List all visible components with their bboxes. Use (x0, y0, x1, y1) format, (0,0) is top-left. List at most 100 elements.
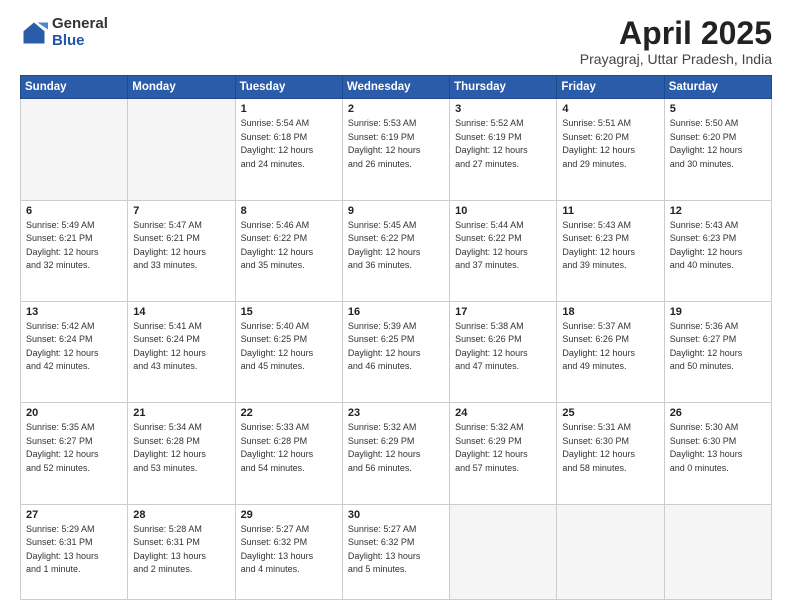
day-number: 12 (670, 205, 766, 217)
day-info: Sunrise: 5:28 AM Sunset: 6:31 PM Dayligh… (133, 523, 229, 577)
day-info: Sunrise: 5:32 AM Sunset: 6:29 PM Dayligh… (348, 421, 444, 475)
calendar-cell: 29 Sunrise: 5:27 AM Sunset: 6:32 PM Dayli… (235, 504, 342, 599)
day-number: 3 (455, 103, 551, 115)
day-info: Sunrise: 5:43 AM Sunset: 6:23 PM Dayligh… (562, 219, 658, 273)
calendar-cell: 19 Sunrise: 5:36 AM Sunset: 6:27 PM Dayli… (664, 301, 771, 402)
day-number: 8 (241, 205, 337, 217)
calendar-cell: 24 Sunrise: 5:32 AM Sunset: 6:29 PM Dayli… (450, 403, 557, 504)
day-number: 29 (241, 509, 337, 521)
day-number: 9 (348, 205, 444, 217)
calendar-cell: 14Sunrise: 5:41 AM Sunset: 6:24 PM Dayli… (128, 301, 235, 402)
day-info: Sunrise: 5:30 AM Sunset: 6:30 PM Dayligh… (670, 421, 766, 475)
day-info: Sunrise: 5:50 AM Sunset: 6:20 PM Dayligh… (670, 117, 766, 171)
calendar-cell: 17Sunrise: 5:38 AM Sunset: 6:26 PM Dayli… (450, 301, 557, 402)
day-info: Sunrise: 5:53 AM Sunset: 6:19 PM Dayligh… (348, 117, 444, 171)
day-number: 30 (348, 509, 444, 521)
calendar-cell: 27 Sunrise: 5:29 AM Sunset: 6:31 PM Dayli… (21, 504, 128, 599)
day-info: Sunrise: 5:43 AM Sunset: 6:23 PM Dayligh… (670, 219, 766, 273)
day-info: Sunrise: 5:49 AM Sunset: 6:21 PM Dayligh… (26, 219, 122, 273)
day-number: 13 (26, 306, 122, 318)
logo-general-text: General (52, 16, 108, 33)
calendar-cell (664, 504, 771, 599)
day-number: 22 (241, 407, 337, 419)
week-row-5: 27 Sunrise: 5:29 AM Sunset: 6:31 PM Dayli… (21, 504, 772, 599)
logo: General Blue (20, 16, 108, 49)
calendar-cell: 16Sunrise: 5:39 AM Sunset: 6:25 PM Dayli… (342, 301, 449, 402)
day-number: 27 (26, 509, 122, 521)
day-number: 15 (241, 306, 337, 318)
day-number: 23 (348, 407, 444, 419)
calendar-cell: 18Sunrise: 5:37 AM Sunset: 6:26 PM Dayli… (557, 301, 664, 402)
day-info: Sunrise: 5:27 AM Sunset: 6:32 PM Dayligh… (241, 523, 337, 577)
calendar-cell: 4 Sunrise: 5:51 AM Sunset: 6:20 PM Daylig… (557, 99, 664, 200)
weekday-header-saturday: Saturday (664, 76, 771, 99)
calendar-cell: 11 Sunrise: 5:43 AM Sunset: 6:23 PM Dayli… (557, 200, 664, 301)
month-title: April 2025 (580, 16, 772, 51)
week-row-3: 13Sunrise: 5:42 AM Sunset: 6:24 PM Dayli… (21, 301, 772, 402)
day-number: 25 (562, 407, 658, 419)
day-info: Sunrise: 5:46 AM Sunset: 6:22 PM Dayligh… (241, 219, 337, 273)
weekday-header-row: SundayMondayTuesdayWednesdayThursdayFrid… (21, 76, 772, 99)
day-info: Sunrise: 5:52 AM Sunset: 6:19 PM Dayligh… (455, 117, 551, 171)
calendar-cell: 8 Sunrise: 5:46 AM Sunset: 6:22 PM Daylig… (235, 200, 342, 301)
calendar-cell: 9 Sunrise: 5:45 AM Sunset: 6:22 PM Daylig… (342, 200, 449, 301)
calendar-cell (21, 99, 128, 200)
day-info: Sunrise: 5:51 AM Sunset: 6:20 PM Dayligh… (562, 117, 658, 171)
day-info: Sunrise: 5:36 AM Sunset: 6:27 PM Dayligh… (670, 320, 766, 374)
calendar-cell: 26Sunrise: 5:30 AM Sunset: 6:30 PM Dayli… (664, 403, 771, 504)
logo-text: General Blue (52, 16, 108, 49)
day-info: Sunrise: 5:34 AM Sunset: 6:28 PM Dayligh… (133, 421, 229, 475)
day-number: 24 (455, 407, 551, 419)
day-number: 19 (670, 306, 766, 318)
day-info: Sunrise: 5:54 AM Sunset: 6:18 PM Dayligh… (241, 117, 337, 171)
calendar-cell: 1Sunrise: 5:54 AM Sunset: 6:18 PM Daylig… (235, 99, 342, 200)
calendar-table: SundayMondayTuesdayWednesdayThursdayFrid… (20, 75, 772, 600)
calendar-cell: 5 Sunrise: 5:50 AM Sunset: 6:20 PM Daylig… (664, 99, 771, 200)
day-info: Sunrise: 5:47 AM Sunset: 6:21 PM Dayligh… (133, 219, 229, 273)
calendar-cell: 6Sunrise: 5:49 AM Sunset: 6:21 PM Daylig… (21, 200, 128, 301)
calendar-cell: 30 Sunrise: 5:27 AM Sunset: 6:32 PM Dayli… (342, 504, 449, 599)
weekday-header-thursday: Thursday (450, 76, 557, 99)
calendar-cell (450, 504, 557, 599)
day-number: 16 (348, 306, 444, 318)
calendar-cell: 23 Sunrise: 5:32 AM Sunset: 6:29 PM Dayli… (342, 403, 449, 504)
week-row-1: 1Sunrise: 5:54 AM Sunset: 6:18 PM Daylig… (21, 99, 772, 200)
week-row-2: 6Sunrise: 5:49 AM Sunset: 6:21 PM Daylig… (21, 200, 772, 301)
calendar-cell: 12 Sunrise: 5:43 AM Sunset: 6:23 PM Dayli… (664, 200, 771, 301)
location: Prayagraj, Uttar Pradesh, India (580, 51, 772, 67)
calendar-cell: 25Sunrise: 5:31 AM Sunset: 6:30 PM Dayli… (557, 403, 664, 504)
day-number: 11 (562, 205, 658, 217)
day-number: 20 (26, 407, 122, 419)
calendar-cell: 13Sunrise: 5:42 AM Sunset: 6:24 PM Dayli… (21, 301, 128, 402)
header: General Blue April 2025 Prayagraj, Uttar… (20, 16, 772, 67)
calendar-cell (557, 504, 664, 599)
day-info: Sunrise: 5:44 AM Sunset: 6:22 PM Dayligh… (455, 219, 551, 273)
day-info: Sunrise: 5:45 AM Sunset: 6:22 PM Dayligh… (348, 219, 444, 273)
calendar-cell: 15 Sunrise: 5:40 AM Sunset: 6:25 PM Dayli… (235, 301, 342, 402)
day-info: Sunrise: 5:32 AM Sunset: 6:29 PM Dayligh… (455, 421, 551, 475)
calendar-cell: 7 Sunrise: 5:47 AM Sunset: 6:21 PM Daylig… (128, 200, 235, 301)
day-info: Sunrise: 5:35 AM Sunset: 6:27 PM Dayligh… (26, 421, 122, 475)
calendar-cell: 2 Sunrise: 5:53 AM Sunset: 6:19 PM Daylig… (342, 99, 449, 200)
calendar-cell: 20 Sunrise: 5:35 AM Sunset: 6:27 PM Dayli… (21, 403, 128, 504)
day-number: 21 (133, 407, 229, 419)
day-number: 4 (562, 103, 658, 115)
calendar-cell (128, 99, 235, 200)
day-number: 10 (455, 205, 551, 217)
day-number: 7 (133, 205, 229, 217)
day-number: 5 (670, 103, 766, 115)
weekday-header-monday: Monday (128, 76, 235, 99)
calendar-cell: 21 Sunrise: 5:34 AM Sunset: 6:28 PM Dayli… (128, 403, 235, 504)
weekday-header-tuesday: Tuesday (235, 76, 342, 99)
day-number: 17 (455, 306, 551, 318)
calendar-cell: 3 Sunrise: 5:52 AM Sunset: 6:19 PM Daylig… (450, 99, 557, 200)
day-info: Sunrise: 5:40 AM Sunset: 6:25 PM Dayligh… (241, 320, 337, 374)
calendar-cell: 28Sunrise: 5:28 AM Sunset: 6:31 PM Dayli… (128, 504, 235, 599)
day-info: Sunrise: 5:29 AM Sunset: 6:31 PM Dayligh… (26, 523, 122, 577)
day-number: 2 (348, 103, 444, 115)
logo-icon (20, 19, 48, 47)
page: General Blue April 2025 Prayagraj, Uttar… (0, 0, 792, 612)
day-info: Sunrise: 5:37 AM Sunset: 6:26 PM Dayligh… (562, 320, 658, 374)
calendar-cell: 22Sunrise: 5:33 AM Sunset: 6:28 PM Dayli… (235, 403, 342, 504)
day-info: Sunrise: 5:27 AM Sunset: 6:32 PM Dayligh… (348, 523, 444, 577)
